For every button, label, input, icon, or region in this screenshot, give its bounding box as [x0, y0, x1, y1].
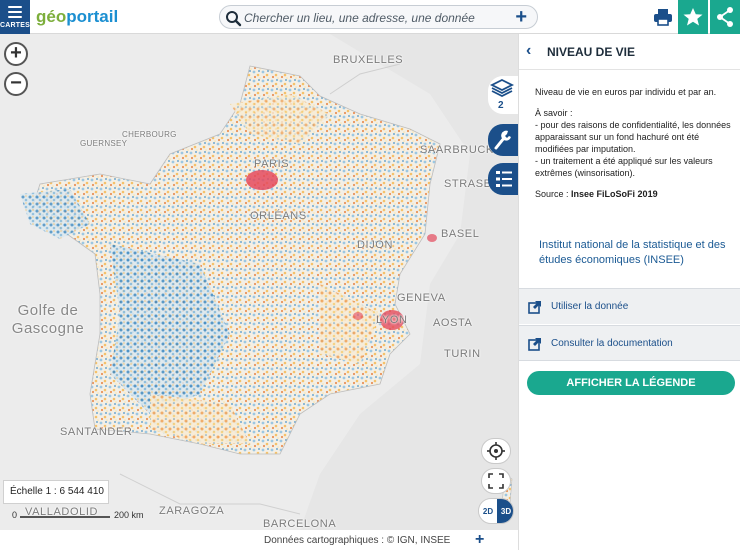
use-data-label: Utiliser la donnée — [551, 301, 629, 312]
view-mode-toggle[interactable]: 2D 3D — [478, 498, 514, 524]
map-label-cherbourg: CHERBOURG — [122, 130, 177, 139]
note-confidentiality: - pour des raisons de confidentialité, l… — [535, 120, 731, 154]
layer-info-panel: ‹ NIVEAU DE VIE Niveau de vie en euros p… — [518, 34, 740, 550]
layers-button[interactable]: 2 — [488, 76, 518, 114]
use-data-link[interactable]: Utiliser la donnée — [519, 288, 740, 324]
geoportail-app: CARTES géoportail + — [0, 0, 740, 550]
map-label-orleans: ORLÉANS — [250, 210, 307, 222]
mode-3d-button[interactable]: 3D — [497, 499, 513, 523]
top-bar: CARTES géoportail + — [0, 0, 740, 34]
panel-description: Niveau de vie en euros par individu et p… — [535, 86, 731, 200]
note-winsorisation: - un traitement a été appliqué sur les v… — [535, 156, 713, 178]
scale-bar-km: 200 km — [114, 510, 144, 520]
add-icon[interactable]: + — [515, 6, 527, 28]
map-label-aosta: AOSTA — [433, 317, 473, 329]
layers-count: 2 — [498, 100, 504, 111]
layers-icon — [489, 78, 515, 98]
scale-indicator: Échelle 1 : 6 544 410 — [3, 480, 109, 504]
menu-label: CARTES — [0, 22, 30, 29]
map-label-zaragoza: ZARAGOZA — [159, 505, 225, 517]
search-icon[interactable] — [224, 9, 242, 27]
map-label-guernsey: GUERNSEY — [80, 139, 128, 148]
map-label-basel: BASEL — [441, 228, 480, 240]
attribution-more-icon[interactable]: + — [475, 531, 484, 549]
fullscreen-icon — [488, 473, 504, 489]
map-label-bruxelles: BRUXELLES — [333, 54, 404, 66]
external-link-icon — [528, 338, 541, 351]
geoportail-logo[interactable]: géoportail — [36, 7, 118, 27]
legend-list-button[interactable] — [488, 163, 518, 195]
locate-icon — [487, 442, 505, 460]
back-chevron-icon[interactable]: ‹ — [526, 42, 531, 60]
attribution-text: Données cartographiques : © IGN, INSEE — [264, 535, 451, 546]
show-legend-button[interactable]: AFFICHER LA LÉGENDE — [527, 371, 735, 395]
map-label-turin: TURIN — [444, 348, 481, 360]
data-source: Source : Insee FiLoSoFi 2019 — [535, 189, 658, 199]
layer-description: Niveau de vie en euros par individu et p… — [535, 87, 717, 97]
menu-icon — [8, 6, 22, 18]
map-label-geneva: GENEVA — [397, 292, 446, 304]
share-button[interactable] — [710, 0, 740, 34]
legend-list-icon — [496, 171, 512, 187]
attribution-bar: Données cartographiques : © IGN, INSEE + — [0, 530, 518, 550]
search-input[interactable] — [244, 9, 494, 26]
institution-link[interactable]: Institut national de la statistique et d… — [539, 238, 735, 268]
external-link-icon — [528, 301, 541, 314]
scale-bar-zero: 0 — [12, 510, 18, 520]
map-view[interactable]: BRUXELLES PARIS SAARBRUCKEN STRASBOURG O… — [0, 34, 518, 530]
map-label-paris: PARIS — [254, 158, 290, 170]
map-label-golfe: Golfe de Gascogne — [11, 302, 85, 337]
scale-bar: 0 200 km — [10, 508, 160, 526]
star-icon — [683, 8, 703, 26]
favorite-button[interactable] — [678, 0, 708, 34]
search-bar: + — [219, 5, 538, 29]
print-button[interactable] — [650, 5, 676, 29]
panel-header: ‹ NIVEAU DE VIE — [519, 34, 740, 70]
map-label-barcelona: BARCELONA — [263, 518, 337, 530]
menu-button[interactable]: CARTES — [0, 0, 30, 34]
print-icon — [654, 9, 672, 26]
documentation-label: Consulter la documentation — [551, 338, 673, 349]
note-intro: À savoir : — [535, 108, 573, 118]
documentation-link[interactable]: Consulter la documentation — [519, 325, 740, 361]
mode-2d-button[interactable]: 2D — [479, 499, 497, 523]
zoom-out-button[interactable]: − — [4, 72, 28, 96]
map-canvas — [0, 34, 518, 530]
share-icon — [717, 7, 733, 27]
panel-title: NIVEAU DE VIE — [547, 45, 636, 59]
map-label-lyon: LYON — [376, 314, 408, 326]
map-label-santander: SANTANDER — [60, 426, 133, 438]
locate-button[interactable] — [481, 438, 511, 464]
tools-button[interactable] — [488, 124, 518, 156]
wrench-icon — [494, 130, 511, 150]
fullscreen-button[interactable] — [481, 468, 511, 494]
zoom-in-button[interactable]: + — [4, 42, 28, 66]
map-label-dijon: DIJON — [357, 239, 393, 251]
